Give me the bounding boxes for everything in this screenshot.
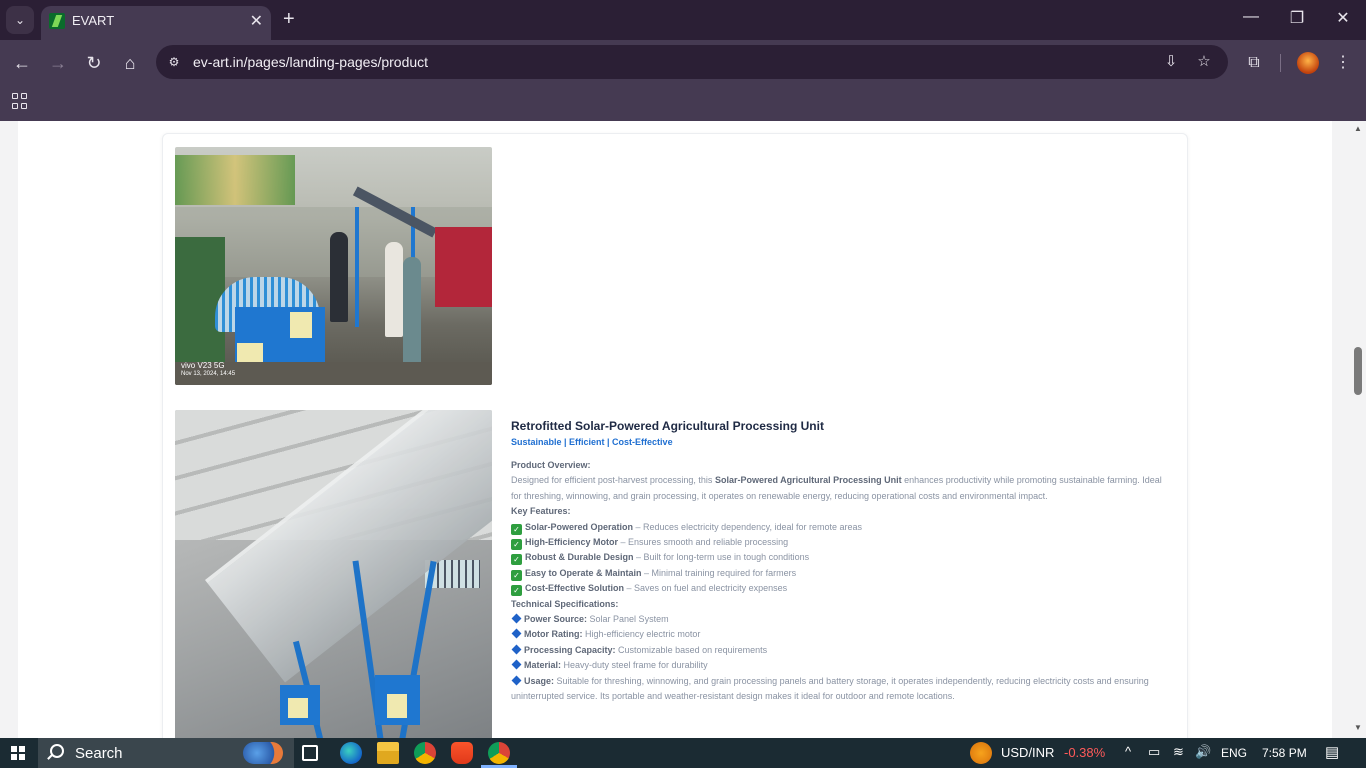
brave-icon[interactable] [451, 742, 473, 764]
home-button[interactable]: ⌂ [118, 51, 142, 75]
spec-item: Usage: Suitable for threshing, winnowing… [511, 675, 1149, 702]
wifi-icon[interactable]: ≋ [1173, 744, 1184, 760]
search-icon [50, 744, 64, 758]
check-icon: ✓ [511, 554, 522, 566]
chrome-active-icon[interactable] [481, 738, 517, 768]
feature-item: ✓ Robust & Durable Design – Built for lon… [511, 550, 1166, 566]
browser-menu-icon[interactable]: ⋮ [1331, 51, 1355, 75]
overview-heading: Product Overview: [511, 460, 591, 470]
new-tab-button[interactable]: + [283, 8, 295, 30]
scroll-down-arrow-icon[interactable]: ▼ [1354, 723, 1362, 732]
taskbar-search-box[interactable]: Search [38, 738, 294, 768]
product-description: Product Overview: Designed for efficient… [511, 458, 1166, 705]
volume-icon[interactable]: 🔊 [1195, 744, 1211, 760]
minimize-button[interactable]: — [1239, 8, 1263, 26]
ticker-coin-icon [970, 742, 992, 764]
feature-item: ✓ Solar-Powered Operation – Reduces elect… [511, 520, 1166, 535]
feature-item: ✓ Easy to Operate & Maintain – Minimal tr… [511, 566, 1166, 581]
tab-evart[interactable]: EVART ✕ [41, 6, 271, 40]
ticker-label[interactable]: USD/INR [1001, 745, 1054, 760]
ticker-value[interactable]: -0.38% [1064, 745, 1105, 760]
spec-item: Material: Heavy-duty steel frame for dur… [511, 658, 1166, 673]
check-icon: ✓ [511, 523, 522, 535]
url-text[interactable]: ev-art.in/pages/landing-pages/product [193, 54, 428, 70]
windows-taskbar: Search USD/INR -0.38% ^ ▭ ≋ 🔊 ENG 7:58 P… [0, 738, 1366, 768]
diamond-bullet-icon [511, 644, 522, 655]
apps-grid-icon[interactable] [12, 93, 28, 109]
task-view-icon[interactable] [302, 745, 318, 761]
toolbar-divider [1280, 54, 1281, 72]
spec-item: Processing Capacity: Customizable based … [511, 643, 1166, 658]
tab-close-icon[interactable]: ✕ [250, 11, 263, 31]
profile-avatar[interactable] [1297, 52, 1319, 74]
overview-paragraph: Designed for efficient post-harvest proc… [511, 475, 1162, 501]
address-bar[interactable]: ⚙ ev-art.in/pages/landing-pages/product … [156, 45, 1228, 79]
reload-button[interactable]: ↻ [82, 51, 106, 75]
product-title: Retrofitted Solar-Powered Agricultural P… [511, 419, 824, 433]
language-indicator[interactable]: ENG [1221, 746, 1247, 760]
bookmarks-bar [0, 85, 1366, 121]
check-icon: ✓ [511, 569, 522, 581]
install-app-icon[interactable]: ⇩ [1162, 53, 1180, 71]
scroll-up-arrow-icon[interactable]: ▲ [1354, 124, 1362, 133]
workshop-photo: vivo V23 5G Nov 13, 2024, 14:45 [175, 147, 492, 385]
back-button[interactable]: ← [10, 51, 34, 75]
file-explorer-icon[interactable] [377, 742, 399, 764]
diamond-bullet-icon [511, 629, 522, 639]
browser-toolbar: ← → ↻ ⌂ ⚙ ev-art.in/pages/landing-pages/… [0, 40, 1366, 85]
spec-item: Power Source: Solar Panel System [511, 612, 1166, 627]
notifications-icon[interactable]: ▤ [1325, 743, 1339, 761]
chrome-icon[interactable] [414, 742, 436, 764]
restore-button[interactable]: ❐ [1285, 8, 1309, 28]
check-icon: ✓ [511, 585, 522, 597]
forward-button[interactable]: → [46, 51, 70, 75]
page-scrollbar[interactable] [1350, 121, 1366, 738]
feature-item: ✓ Cost-Effective Solution – Saves on fuel… [511, 581, 1166, 597]
diamond-bullet-icon [511, 659, 522, 670]
photo-camera-stamp: vivo V23 5G Nov 13, 2024, 14:45 [181, 361, 236, 377]
evart-favicon-icon [49, 13, 65, 29]
diamond-bullet-icon [511, 675, 522, 686]
solar-unit-photo [175, 410, 492, 738]
features-heading: Key Features: [511, 506, 571, 517]
spec-item: Motor Rating: High-efficiency electric m… [511, 627, 1166, 642]
site-info-icon[interactable]: ⚙ [166, 54, 182, 70]
windows-start-icon[interactable] [11, 746, 25, 760]
page-viewport: vivo V23 5G Nov 13, 2024, 14:45 Retrofit… [0, 121, 1366, 738]
clock[interactable]: 7:58 PM [1262, 746, 1307, 760]
diamond-bullet-icon [511, 613, 522, 624]
tab-strip: ⌄ EVART ✕ + — ❐ ✕ [0, 0, 1366, 40]
tray-chevron-icon[interactable]: ^ [1125, 744, 1131, 759]
scrollbar-thumb[interactable] [1354, 347, 1362, 395]
edge-icon[interactable] [340, 742, 362, 764]
search-highlight-icon [243, 742, 283, 764]
product-tagline: Sustainable | Efficient | Cost-Effective [511, 437, 673, 447]
tab-title: EVART [72, 13, 115, 28]
extensions-icon[interactable]: ⧉ [1242, 51, 1266, 75]
tab-search-button[interactable]: ⌄ [6, 6, 34, 34]
search-label: Search [75, 745, 123, 762]
close-window-button[interactable]: ✕ [1331, 8, 1355, 28]
feature-item: ✓ High-Efficiency Motor – Ensures smooth … [511, 535, 1166, 551]
specs-heading: Technical Specifications: [511, 598, 619, 609]
bookmark-star-icon[interactable]: ☆ [1195, 53, 1213, 71]
check-icon: ✓ [511, 539, 522, 551]
battery-icon[interactable]: ▭ [1148, 744, 1160, 760]
